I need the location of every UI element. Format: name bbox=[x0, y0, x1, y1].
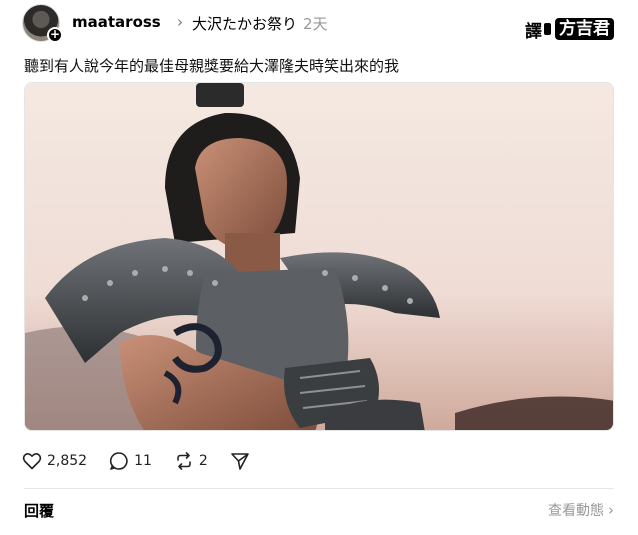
like-count: 2,852 bbox=[47, 453, 88, 469]
armored-warrior-illustration bbox=[25, 83, 613, 430]
view-activity-link[interactable]: 查看動態 › bbox=[548, 500, 614, 520]
post-image[interactable] bbox=[24, 82, 614, 431]
repost-count: 2 bbox=[198, 453, 208, 469]
divider bbox=[24, 488, 614, 489]
comment-icon bbox=[110, 452, 128, 470]
chevron-right-icon: › bbox=[177, 13, 183, 31]
author-name[interactable]: maataross bbox=[72, 13, 161, 31]
share-button[interactable] bbox=[230, 451, 255, 471]
avatar[interactable]: + bbox=[22, 4, 63, 43]
reply-count: 11 bbox=[134, 453, 152, 469]
watermark-stamp: 譯方吉君 bbox=[525, 16, 614, 42]
post-timestamp: 2天 bbox=[303, 15, 328, 33]
reply-button[interactable]: 11 bbox=[109, 451, 152, 471]
post-text: 聽到有人說今年的最佳母親獎要給大澤隆夫時笑出來的我 bbox=[24, 57, 400, 75]
chevron-right-icon: › bbox=[608, 501, 614, 519]
heart-icon bbox=[22, 453, 42, 470]
plus-icon[interactable]: + bbox=[47, 27, 63, 43]
repost-button[interactable]: 2 bbox=[174, 451, 208, 471]
post-actions: 2,852 11 2 bbox=[22, 450, 277, 472]
community-name[interactable]: 大沢たかお祭り bbox=[192, 13, 297, 34]
repost-icon bbox=[177, 452, 191, 470]
post-header: + maataross › 大沢たかお祭り 2天 譯方吉君 bbox=[22, 4, 614, 43]
view-activity-label: 查看動態 bbox=[548, 503, 604, 519]
send-icon bbox=[231, 453, 249, 470]
replies-heading: 回覆 bbox=[24, 502, 55, 520]
like-button[interactable]: 2,852 bbox=[22, 452, 87, 470]
